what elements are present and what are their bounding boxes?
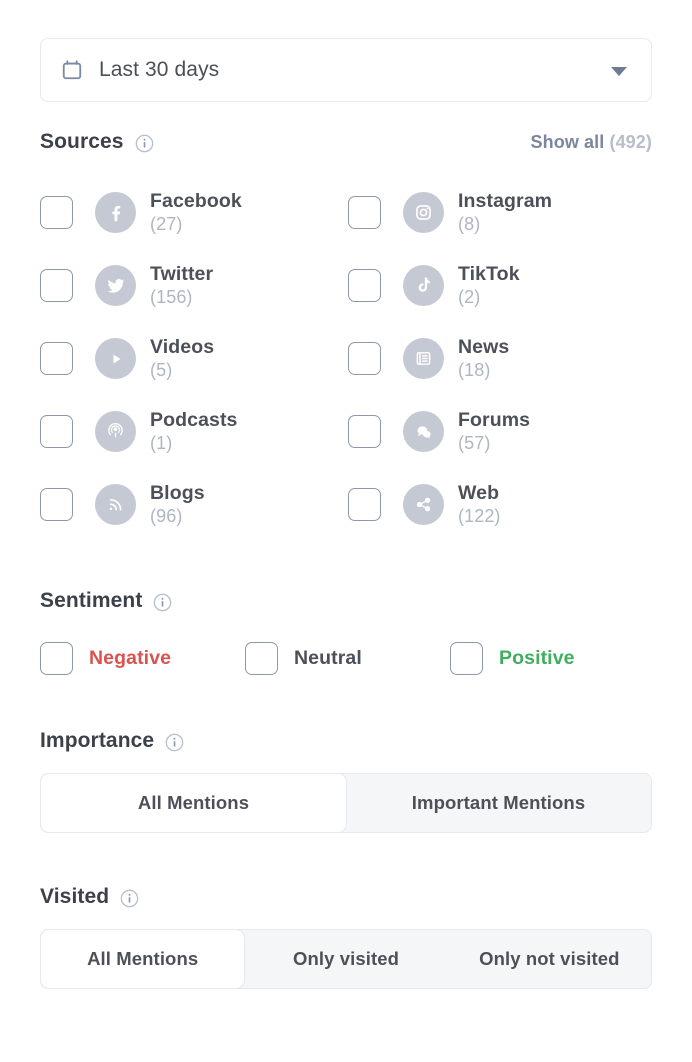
visited-segmented-control: All Mentions Only visited Only not visit… xyxy=(40,929,652,989)
sentiment-label-positive: Positive xyxy=(499,646,575,669)
checkbox-web[interactable] xyxy=(348,488,381,521)
source-text: Facebook (27) xyxy=(150,189,242,235)
date-range-select[interactable]: Last 30 days xyxy=(40,38,652,102)
source-text: Podcasts (1) xyxy=(150,408,238,454)
importance-option-important-mentions[interactable]: Important Mentions xyxy=(346,774,651,832)
visited-option-only-visited[interactable]: Only visited xyxy=(244,930,447,988)
source-row-web[interactable]: Web (122) xyxy=(348,468,656,541)
info-icon[interactable] xyxy=(153,593,172,612)
checkbox-podcasts[interactable] xyxy=(40,415,73,448)
sentiment-option-negative[interactable]: Negative xyxy=(40,641,245,675)
tiktok-icon xyxy=(403,265,444,306)
sentiment-label-negative: Negative xyxy=(89,646,172,669)
source-count: (1) xyxy=(150,433,173,454)
sources-section-header: Sources Show all (492) xyxy=(40,130,652,154)
info-icon[interactable] xyxy=(120,889,139,908)
podcast-icon xyxy=(95,411,136,452)
source-name: Videos xyxy=(150,335,215,358)
checkbox-twitter[interactable] xyxy=(40,269,73,302)
visited-section-header: Visited xyxy=(40,885,652,909)
play-icon xyxy=(95,338,136,379)
visited-option-all-mentions[interactable]: All Mentions xyxy=(41,930,245,988)
source-row-videos[interactable]: Videos (5) xyxy=(40,322,348,395)
source-text: Videos (5) xyxy=(150,335,215,381)
source-count: (96) xyxy=(150,506,183,527)
source-text: Twitter (156) xyxy=(150,262,214,308)
source-name: Podcasts xyxy=(150,408,238,431)
source-count: (18) xyxy=(458,360,491,381)
info-icon[interactable] xyxy=(165,733,184,752)
checkbox-neutral[interactable] xyxy=(245,641,278,675)
checkbox-forums[interactable] xyxy=(348,415,381,448)
filters-panel: Last 30 days Sources Show all (492) Face… xyxy=(0,38,692,1062)
source-row-podcasts[interactable]: Podcasts (1) xyxy=(40,395,348,468)
source-count: (2) xyxy=(458,287,481,308)
checkbox-news[interactable] xyxy=(348,342,381,375)
rss-icon xyxy=(95,484,136,525)
visited-title: Visited xyxy=(40,885,110,908)
show-all-count: (492) xyxy=(609,131,652,152)
sources-title: Sources xyxy=(40,130,124,153)
sentiment-title: Sentiment xyxy=(40,589,143,612)
source-text: Blogs (96) xyxy=(150,481,205,527)
source-row-facebook[interactable]: Facebook (27) xyxy=(40,176,348,249)
source-name: Forums xyxy=(458,408,531,431)
chat-icon xyxy=(403,411,444,452)
checkbox-videos[interactable] xyxy=(40,342,73,375)
source-row-forums[interactable]: Forums (57) xyxy=(348,395,656,468)
newspaper-icon xyxy=(403,338,444,379)
checkbox-instagram[interactable] xyxy=(348,196,381,229)
checkbox-tiktok[interactable] xyxy=(348,269,381,302)
sentiment-options: Negative Neutral Positive xyxy=(40,639,652,677)
sentiment-option-neutral[interactable]: Neutral xyxy=(245,641,450,675)
source-name: Web xyxy=(458,481,500,504)
source-name: News xyxy=(458,335,510,358)
info-icon[interactable] xyxy=(135,134,154,153)
show-all-label: Show all xyxy=(530,131,605,152)
source-name: Blogs xyxy=(150,481,205,504)
source-text: Web (122) xyxy=(458,481,501,527)
source-text: TikTok (2) xyxy=(458,262,520,308)
sentiment-option-positive[interactable]: Positive xyxy=(450,641,575,675)
source-count: (27) xyxy=(150,214,183,235)
importance-section-header: Importance xyxy=(40,729,652,753)
checkbox-facebook[interactable] xyxy=(40,196,73,229)
source-count: (8) xyxy=(458,214,481,235)
share-icon xyxy=(403,484,444,525)
sentiment-section-header: Sentiment xyxy=(40,589,652,613)
source-count: (5) xyxy=(150,360,173,381)
source-text: Forums (57) xyxy=(458,408,531,454)
sources-list: Facebook (27) Instagram (8) Twitter (156… xyxy=(40,176,652,541)
chevron-down-icon[interactable] xyxy=(611,67,627,76)
source-text: Instagram (8) xyxy=(458,189,553,235)
visited-option-only-not-visited[interactable]: Only not visited xyxy=(448,930,651,988)
source-row-news[interactable]: News (18) xyxy=(348,322,656,395)
importance-option-all-mentions[interactable]: All Mentions xyxy=(41,774,346,832)
checkbox-negative[interactable] xyxy=(40,641,73,675)
source-count: (156) xyxy=(150,287,193,308)
source-name: Instagram xyxy=(458,189,553,212)
twitter-icon xyxy=(95,265,136,306)
source-row-instagram[interactable]: Instagram (8) xyxy=(348,176,656,249)
date-range-value: Last 30 days xyxy=(99,58,220,81)
source-row-twitter[interactable]: Twitter (156) xyxy=(40,249,348,322)
instagram-icon xyxy=(403,192,444,233)
source-count: (122) xyxy=(458,506,501,527)
importance-segmented-control: All Mentions Important Mentions xyxy=(40,773,652,833)
facebook-icon xyxy=(95,192,136,233)
source-name: TikTok xyxy=(458,262,520,285)
importance-title: Importance xyxy=(40,729,155,752)
calendar-icon xyxy=(61,59,83,81)
source-name: Facebook xyxy=(150,189,242,212)
show-all-link[interactable]: Show all (492) xyxy=(531,132,652,153)
source-text: News (18) xyxy=(458,335,510,381)
checkbox-blogs[interactable] xyxy=(40,488,73,521)
source-name: Twitter xyxy=(150,262,214,285)
source-count: (57) xyxy=(458,433,491,454)
checkbox-positive[interactable] xyxy=(450,641,483,675)
source-row-tiktok[interactable]: TikTok (2) xyxy=(348,249,656,322)
source-row-blogs[interactable]: Blogs (96) xyxy=(40,468,348,541)
sentiment-label-neutral: Neutral xyxy=(294,646,362,669)
